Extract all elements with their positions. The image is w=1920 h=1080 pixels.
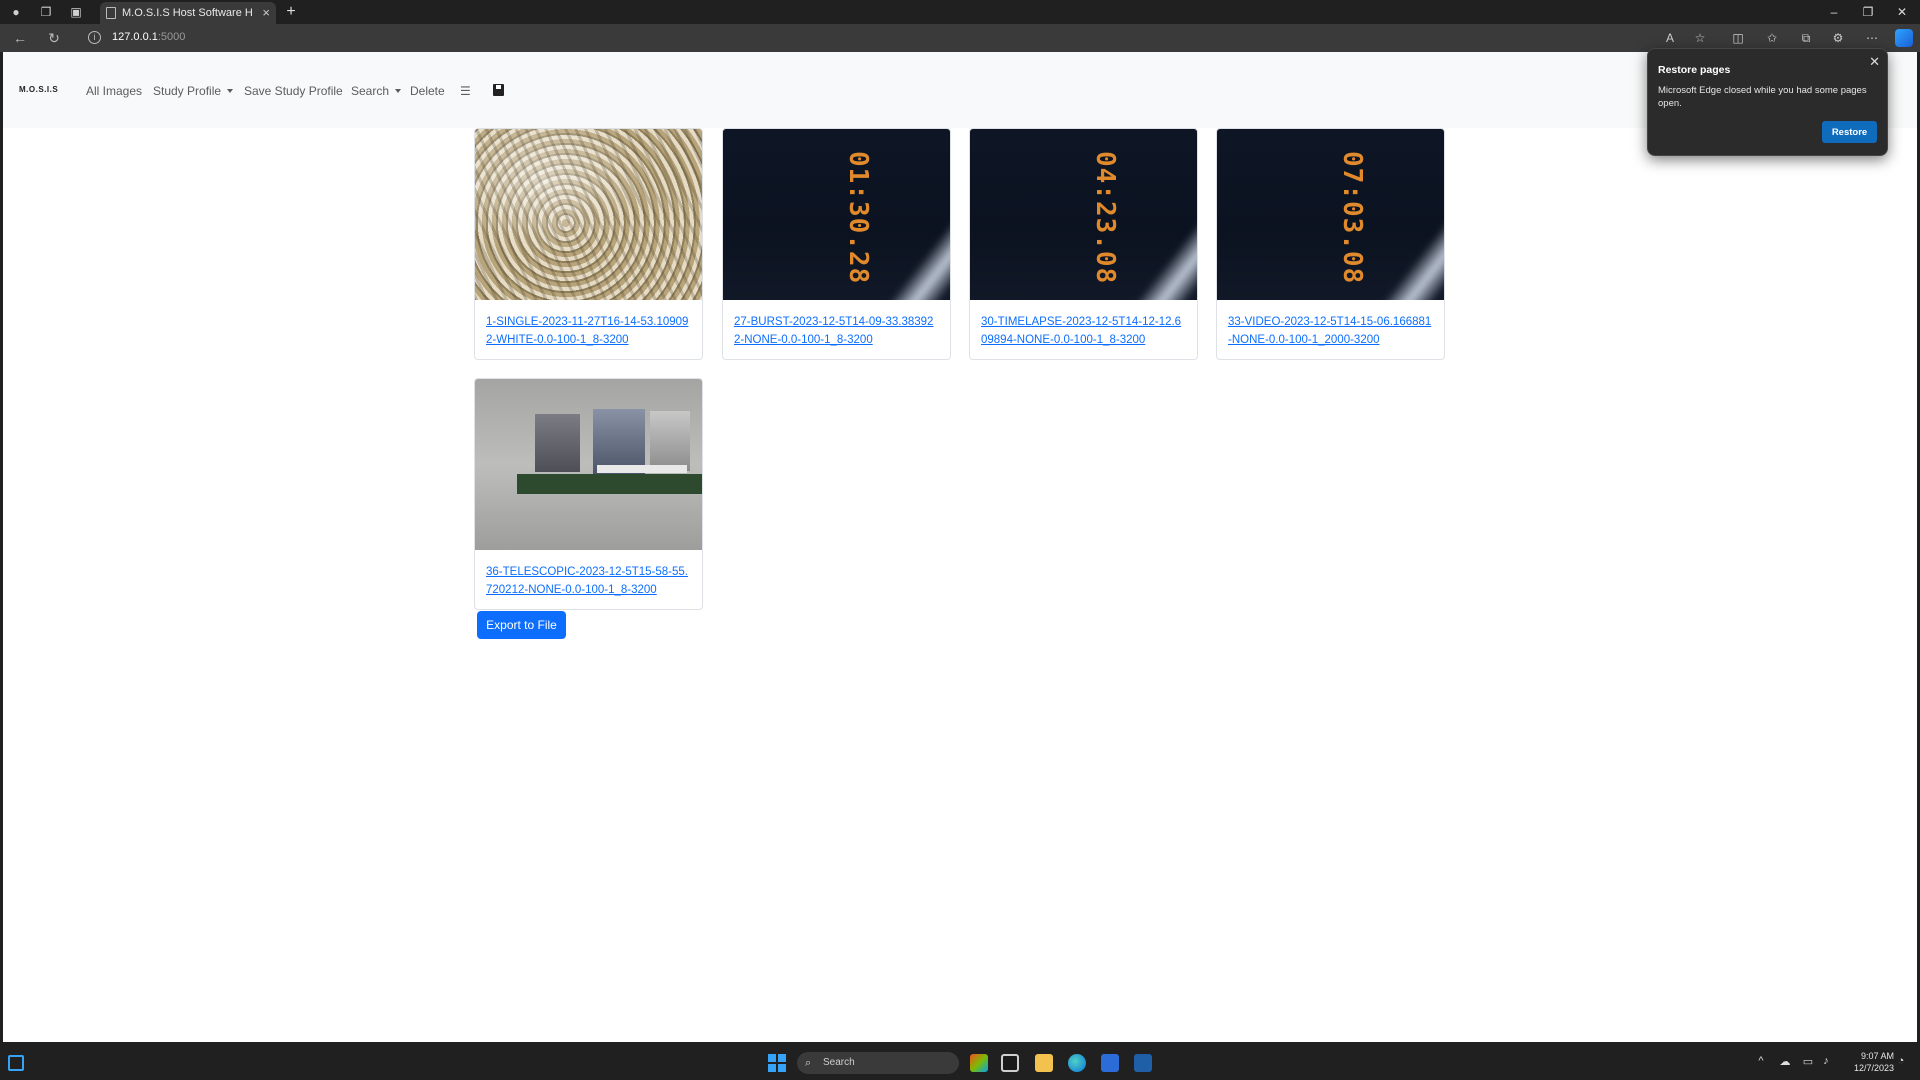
workspaces-icon[interactable]: ❐ (38, 4, 54, 20)
tab-actions-icon[interactable]: ▣ (68, 4, 84, 20)
app-navbar: M.O.S.I.S All Images Study Profile Save … (3, 52, 1917, 128)
nav-search-dropdown[interactable]: Search (351, 84, 402, 98)
favorites-icon[interactable]: ✩ (1762, 28, 1782, 48)
image-link[interactable]: 33-VIDEO-2023-12-5T14-15-06.166881-NONE-… (1228, 316, 1431, 346)
image-card: 01:30.28 27-BURST-2023-12-5T14-09-33.383… (722, 128, 951, 360)
edge-browser-icon[interactable] (1068, 1054, 1086, 1072)
image-link[interactable]: 27-BURST-2023-12-5T14-09-33.383922-NONE-… (734, 316, 933, 346)
image-caption: 27-BURST-2023-12-5T14-09-33.383922-NONE-… (723, 300, 950, 359)
refresh-button[interactable]: ↻ (44, 28, 64, 48)
terminal-icon[interactable] (1134, 1054, 1152, 1072)
browser-toolbar: ← ↻ i 127.0.0.1:5000 A ☆ ◫ ✩ ⧉ ⚙ ⋯ (0, 24, 1920, 52)
image-caption: 1-SINGLE-2023-11-27T16-14-53.109092-WHIT… (475, 300, 702, 359)
clock-time: 9:07 AM (1860, 1051, 1894, 1061)
chevron-up-icon[interactable]: ^ (1753, 1055, 1769, 1067)
restore-pages-popup: Restore pages ✕ Microsoft Edge closed wh… (1647, 48, 1888, 156)
favorite-star-icon[interactable]: ☆ (1690, 28, 1710, 48)
clock-date: 12/7/2023 (1853, 1063, 1894, 1073)
image-thumbnail[interactable]: 01:30.28 (723, 129, 950, 300)
close-icon[interactable]: ✕ (1869, 54, 1880, 70)
extensions-icon[interactable]: ⚙ (1828, 28, 1848, 48)
back-button[interactable]: ← (10, 28, 30, 48)
timestamp-overlay: 04:23.08 (1090, 151, 1120, 285)
file-explorer-icon[interactable] (1035, 1054, 1053, 1072)
nav-all-images[interactable]: All Images (86, 84, 142, 98)
address-bar[interactable]: i 127.0.0.1:5000 (82, 27, 1652, 49)
light-streak (887, 209, 950, 300)
url-host: 127.0.0.1 (112, 31, 158, 43)
page-icon (106, 7, 116, 19)
new-tab-button[interactable]: + (281, 2, 301, 22)
task-view-icon[interactable] (1001, 1054, 1019, 1072)
image-card: 04:23.08 30-TIMELAPSE-2023-12-5T14-12-12… (969, 128, 1198, 360)
split-screen-icon[interactable]: ◫ (1728, 28, 1748, 48)
browser-tab-active[interactable]: M.O.S.I.S Host Software Home Pa × (100, 2, 276, 24)
copilot-app-icon[interactable] (970, 1054, 988, 1072)
site-info-icon[interactable]: i (88, 31, 101, 44)
windows-start-icon[interactable] (768, 1054, 786, 1072)
nav-delete[interactable]: Delete (410, 84, 445, 98)
save-icon[interactable] (493, 84, 504, 96)
image-card: 36-TELESCOPIC-2023-12-5T15-58-55.720212-… (474, 378, 703, 610)
tab-title: M.O.S.I.S Host Software Home Pa (122, 7, 252, 19)
onedrive-icon[interactable]: ☁ (1777, 1055, 1793, 1068)
list-view-icon[interactable]: ☰ (460, 84, 471, 98)
chevron-down-icon (395, 89, 402, 93)
image-thumbnail[interactable] (475, 379, 702, 550)
more-menu-icon[interactable]: ⋯ (1862, 28, 1882, 48)
page-viewport: M.O.S.I.S All Images Study Profile Save … (3, 52, 1917, 1042)
image-thumbnail[interactable]: 07:03.08 (1217, 129, 1444, 300)
image-link[interactable]: 36-TELESCOPIC-2023-12-5T15-58-55.720212-… (486, 566, 688, 596)
network-icon[interactable]: ▭ (1800, 1055, 1816, 1068)
minimize-button[interactable]: – (1822, 2, 1846, 22)
profile-icon[interactable]: ● (8, 4, 24, 20)
taskbar-search-label: Search (823, 1057, 855, 1068)
search-icon: ⌕ (805, 1057, 812, 1069)
url-text: 127.0.0.1:5000 (112, 31, 185, 43)
notification-bell-icon[interactable]: ◔ (1893, 1055, 1909, 1067)
widgets-icon[interactable] (8, 1055, 24, 1071)
image-link[interactable]: 30-TIMELAPSE-2023-12-5T14-12-12.609894-N… (981, 316, 1181, 346)
chevron-down-icon (227, 89, 234, 93)
light-streak (1381, 209, 1444, 300)
copilot-icon[interactable] (1895, 29, 1913, 47)
popup-title: Restore pages (1658, 64, 1731, 76)
light-streak (1134, 209, 1197, 300)
brand-logo[interactable]: M.O.S.I.S (19, 85, 58, 94)
nav-search-label: Search (351, 84, 390, 98)
nav-save-study-profile[interactable]: Save Study Profile (244, 84, 343, 98)
taskbar-search[interactable]: ⌕ Search (797, 1052, 959, 1074)
nav-study-profile-dropdown[interactable]: Study Profile (153, 84, 234, 98)
volume-icon[interactable]: ♪ (1818, 1055, 1834, 1067)
image-caption: 33-VIDEO-2023-12-5T14-15-06.166881-NONE-… (1217, 300, 1444, 359)
timestamp-overlay: 01:30.28 (843, 151, 873, 285)
url-port: :5000 (157, 31, 186, 43)
popup-message: Microsoft Edge closed while you had some… (1658, 85, 1867, 109)
export-to-file-button[interactable]: Export to File (477, 611, 566, 639)
board-port (650, 411, 690, 471)
image-caption: 30-TIMELAPSE-2023-12-5T14-12-12.609894-N… (970, 300, 1197, 359)
read-aloud-icon[interactable]: A (1660, 28, 1680, 48)
timestamp-overlay: 07:03.08 (1337, 151, 1367, 285)
image-thumbnail[interactable] (475, 129, 702, 300)
windows-taskbar: ⌕ Search ^ ☁ ▭ ♪ 9:07 AM 12/7/2023 ◔ (0, 1046, 1920, 1080)
taskbar-clock[interactable]: 9:07 AM 12/7/2023 (1836, 1050, 1894, 1074)
browser-tab-strip: ● ❐ ▣ M.O.S.I.S Host Software Home Pa × … (0, 0, 1920, 24)
close-window-button[interactable]: ✕ (1890, 2, 1914, 22)
board-pcb (517, 474, 702, 494)
restore-button[interactable]: Restore (1822, 121, 1877, 143)
store-icon[interactable] (1101, 1054, 1119, 1072)
image-card: 07:03.08 33-VIDEO-2023-12-5T14-15-06.166… (1216, 128, 1445, 360)
collections-icon[interactable]: ⧉ (1796, 28, 1816, 48)
image-caption: 36-TELESCOPIC-2023-12-5T15-58-55.720212-… (475, 550, 702, 609)
nav-study-profile-label: Study Profile (153, 84, 222, 98)
image-link[interactable]: 1-SINGLE-2023-11-27T16-14-53.109092-WHIT… (486, 316, 688, 346)
board-port (535, 414, 580, 472)
image-card: 1-SINGLE-2023-11-27T16-14-53.109092-WHIT… (474, 128, 703, 360)
close-tab-icon[interactable]: × (262, 2, 270, 24)
image-thumbnail[interactable]: 04:23.08 (970, 129, 1197, 300)
board-strip (597, 465, 687, 473)
restore-window-button[interactable]: ❐ (1856, 2, 1880, 22)
